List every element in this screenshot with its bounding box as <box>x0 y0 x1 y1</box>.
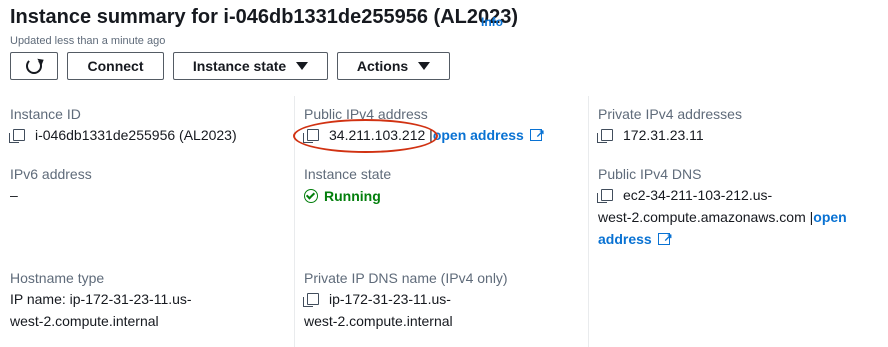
private-ipv4-text: 172.31.23.11 <box>623 127 704 143</box>
page-title: Instance summary for i-046db1331de255956… <box>10 6 519 28</box>
actions-button[interactable]: Actions <box>337 52 450 80</box>
caret-down-icon <box>296 62 309 70</box>
open-address-link-part2[interactable]: address <box>598 231 652 247</box>
instance-state-button[interactable]: Instance state <box>173 52 328 80</box>
public-dns-label: Public IPv4 DNS <box>598 166 702 182</box>
instance-state-value: Running <box>304 185 381 207</box>
instance-id-text: i-046db1331de255956 (AL2023) <box>35 127 237 143</box>
private-ipv4-value: 172.31.23.11 <box>597 124 704 146</box>
status-check-icon <box>304 189 318 203</box>
connect-button[interactable]: Connect <box>67 52 164 80</box>
open-address-link[interactable]: open address <box>433 127 524 143</box>
open-address-link-part1[interactable]: open <box>813 209 846 225</box>
instance-state-label: Instance state <box>304 166 392 182</box>
ipv6-label: IPv6 address <box>10 166 92 182</box>
private-dns-label: Private IP DNS name (IPv4 only) <box>304 270 508 286</box>
copy-icon[interactable] <box>9 129 25 143</box>
updated-text: Updated less than a minute ago <box>10 35 166 47</box>
annotation-circle <box>293 119 438 153</box>
public-dns-value: ec2-34-211-103-212.us- west-2.compute.am… <box>597 184 847 250</box>
external-link-icon[interactable] <box>657 227 673 249</box>
connect-label: Connect <box>87 58 144 74</box>
hostname-type-line1: IP name: ip-172-31-23-11.us- <box>10 291 192 307</box>
private-ipv4-label: Private IPv4 addresses <box>598 106 742 122</box>
caret-down-icon <box>418 62 431 70</box>
refresh-icon <box>26 58 42 74</box>
refresh-button[interactable] <box>10 52 58 80</box>
hostname-type-value: IP name: ip-172-31-23-11.us- west-2.comp… <box>10 288 192 332</box>
column-divider <box>588 96 589 347</box>
instance-id-label: Instance ID <box>10 106 81 122</box>
private-dns-value: ip-172-31-23-11.us- west-2.compute.inter… <box>303 288 453 332</box>
private-dns-line1: ip-172-31-23-11.us- <box>329 291 451 307</box>
private-dns-line2: west-2.compute.internal <box>304 313 453 329</box>
copy-icon[interactable] <box>303 293 319 307</box>
external-link-icon[interactable] <box>529 123 545 145</box>
instance-id-value: i-046db1331de255956 (AL2023) <box>9 124 237 146</box>
hostname-type-label: Hostname type <box>10 270 105 286</box>
hostname-type-line2: west-2.compute.internal <box>10 313 159 329</box>
actions-label: Actions <box>356 58 409 74</box>
copy-icon[interactable] <box>597 129 613 143</box>
instance-state-label: Instance state <box>192 58 287 74</box>
info-link[interactable]: Info <box>481 15 503 29</box>
ipv6-value: – <box>10 187 18 203</box>
running-text: Running <box>324 188 381 204</box>
copy-icon[interactable] <box>597 189 613 203</box>
public-dns-line2: west-2.compute.amazonaws.com <box>598 209 806 225</box>
public-dns-line1: ec2-34-211-103-212.us- <box>623 187 773 203</box>
